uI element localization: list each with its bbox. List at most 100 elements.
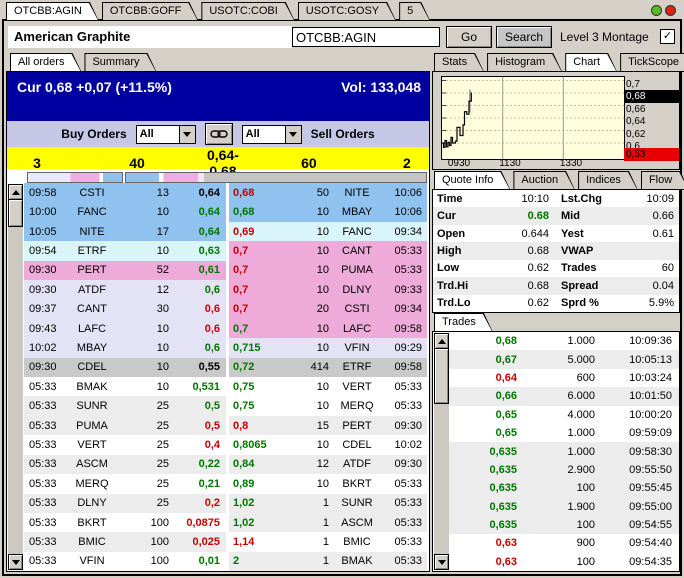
bid-time: 09:30 <box>24 284 67 296</box>
bid-row[interactable]: 05:33VFIN1000,01 <box>24 552 226 571</box>
sell-filter-select[interactable]: All <box>242 125 302 144</box>
ask-time: 05:33 <box>385 245 427 257</box>
ask-row[interactable]: 0,720CSTI09:34 <box>229 299 427 318</box>
ask-row[interactable]: 0,6810MBAY10:06 <box>229 202 427 221</box>
bid-time: 09:58 <box>24 187 67 199</box>
bid-row[interactable]: 05:33BMAK100,531 <box>24 377 226 396</box>
level3-montage-checkbox[interactable]: ✓ <box>660 29 675 44</box>
tab-flow[interactable]: Flow <box>641 171 684 190</box>
ask-row[interactable]: 1,021ASCM05:33 <box>229 513 427 532</box>
chevron-down-icon[interactable] <box>179 126 195 143</box>
bid-size: 10 <box>117 245 169 257</box>
trades-panel: 0,681.00010:09:360,675.00010:05:130,6460… <box>432 331 680 572</box>
tab-trades[interactable]: Trades <box>434 313 493 332</box>
bid-price: 0,21 <box>169 478 226 490</box>
tab-chart[interactable]: Chart <box>565 53 617 72</box>
tab-summary[interactable]: Summary <box>84 53 156 72</box>
bid-row[interactable]: 05:33SUNR250,5 <box>24 396 226 415</box>
tab-usotc-gosy[interactable]: USOTC:GOSY <box>298 2 396 21</box>
ask-row[interactable]: 0,815PERT09:30 <box>229 416 427 435</box>
trade-list: 0,681.00010:09:360,675.00010:05:130,6460… <box>449 332 679 571</box>
bid-mpid: NITE <box>67 226 117 238</box>
bid-row[interactable]: 09:30ATDF120,6 <box>24 280 226 299</box>
tab-label: OTCBB:AGIN <box>14 5 82 17</box>
tab-otcbb-agin[interactable]: OTCBB:AGIN <box>6 2 99 21</box>
book-scrollbar[interactable] <box>8 184 23 570</box>
ask-row[interactable]: 1,141BMIC05:33 <box>229 532 427 551</box>
status-red-circle-icon[interactable] <box>665 5 676 16</box>
ask-mpid: NITE <box>329 187 385 199</box>
bid-row[interactable]: 09:58CSTI130,64 <box>24 183 226 202</box>
go-button[interactable]: Go <box>446 26 492 48</box>
ask-row[interactable]: 0,8412ATDF09:30 <box>229 455 427 474</box>
bid-row[interactable]: 05:33DLNY250,2 <box>24 494 226 513</box>
bid-row[interactable]: 10:00FANC100,64 <box>24 202 226 221</box>
scroll-up-button[interactable] <box>434 333 449 349</box>
bid-row[interactable]: 09:30CDEL100,55 <box>24 358 226 377</box>
tab-histogram[interactable]: Histogram <box>487 53 562 72</box>
symbol-input[interactable] <box>292 27 440 47</box>
ask-size: 10 <box>283 206 329 218</box>
ask-row[interactable]: 0,710PUMA05:33 <box>229 261 427 280</box>
bid-row[interactable]: 10:02MBAY100,6 <box>24 338 226 357</box>
ask-row[interactable]: 1,021SUNR05:33 <box>229 494 427 513</box>
tab-tickscope[interactable]: TickScope <box>620 53 684 72</box>
tab-otcbb-goff[interactable]: OTCBB:GOFF <box>102 2 199 21</box>
tab-label: USOTC:GOSY <box>306 5 379 17</box>
ask-row[interactable]: 0,6910FANC09:34 <box>229 222 427 241</box>
bid-row[interactable]: 05:33BKRT1000,0875 <box>24 513 226 532</box>
bid-row[interactable]: 09:43LAFC100,6 <box>24 319 226 338</box>
bid-mpid: SUNR <box>67 400 117 412</box>
trade-price: 0,63 <box>449 556 517 568</box>
bid-row[interactable]: 09:30PERT520,61 <box>24 261 226 280</box>
bid-row[interactable]: 05:33BMIC1000,025 <box>24 532 226 551</box>
tab-indices[interactable]: Indices <box>578 171 638 190</box>
scroll-up-button[interactable] <box>8 184 23 200</box>
quote-label: Mid <box>549 210 621 222</box>
bid-row[interactable]: 05:33PUMA250,5 <box>24 416 226 435</box>
chevron-down-icon[interactable] <box>285 126 301 143</box>
ask-price: 0,7 <box>229 284 283 296</box>
tab-usotc-cobi[interactable]: USOTC:COBI <box>201 2 294 21</box>
tab-5[interactable]: 5 <box>399 2 430 21</box>
tab-label: Auction <box>521 174 558 186</box>
ask-row[interactable]: 0,72414ETRF09:58 <box>229 358 427 377</box>
scroll-down-button[interactable] <box>8 554 23 570</box>
tab-quote-info[interactable]: Quote Info <box>434 171 510 190</box>
ask-price: 0,72 <box>229 361 283 373</box>
ask-row[interactable]: 0,6850NITE10:06 <box>229 183 427 202</box>
tab-auction[interactable]: Auction <box>513 171 575 190</box>
quote-value: 0.62 <box>487 262 549 274</box>
tab-stats[interactable]: Stats <box>434 53 484 72</box>
bid-row[interactable]: 09:37CANT300,6 <box>24 299 226 318</box>
ask-row[interactable]: 0,71510VFIN09:29 <box>229 338 427 357</box>
tab-all-orders[interactable]: All orders <box>10 53 81 72</box>
sell-filter-value: All <box>243 126 285 143</box>
search-button[interactable]: Search <box>496 26 552 48</box>
x-tick-label: 0930 <box>442 158 476 169</box>
trade-row: 0,6352.90009:55:50 <box>449 461 679 479</box>
status-green-circle-icon[interactable] <box>651 5 662 16</box>
buy-filter-select[interactable]: All <box>136 125 196 144</box>
bid-row[interactable]: 05:33MERQ250,21 <box>24 474 226 493</box>
bid-row[interactable]: 10:05NITE170,64 <box>24 222 226 241</box>
ask-row[interactable]: 0,8910BKRT05:33 <box>229 474 427 493</box>
bid-row[interactable]: 05:33VERT250,4 <box>24 435 226 454</box>
bid-row[interactable]: 05:33ASCM250,22 <box>24 455 226 474</box>
ask-row[interactable]: 0,7510MERQ05:33 <box>229 396 427 415</box>
ask-row[interactable]: 0,710LAFC09:58 <box>229 319 427 338</box>
trades-scrollbar[interactable] <box>434 333 449 570</box>
ask-row[interactable]: 0,7510VERT05:33 <box>229 377 427 396</box>
ask-row[interactable]: 0,710DLNY09:33 <box>229 280 427 299</box>
ask-time: 05:33 <box>385 517 427 529</box>
scroll-down-button[interactable] <box>434 554 449 570</box>
scrollbar-thumb[interactable] <box>434 348 449 404</box>
link-filters-button[interactable] <box>205 123 233 145</box>
quote-value: 0.62 <box>487 297 549 309</box>
ask-row[interactable]: 0,710CANT05:33 <box>229 241 427 260</box>
ask-row[interactable]: 0,806510CDEL10:02 <box>229 435 427 454</box>
ask-row[interactable]: 21BMAK05:33 <box>229 552 427 571</box>
chevron-down-glyph <box>183 132 191 137</box>
scrollbar-thumb[interactable] <box>8 199 23 227</box>
bid-row[interactable]: 09:54ETRF100,63 <box>24 241 226 260</box>
